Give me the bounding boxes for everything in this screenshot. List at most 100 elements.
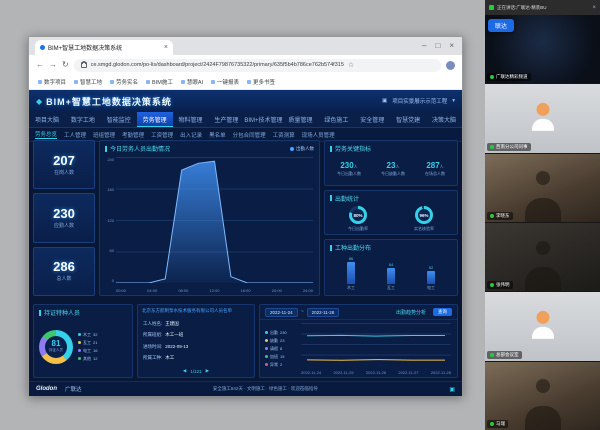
query-button[interactable]: 查询	[433, 308, 452, 316]
bookmark-item[interactable]: 智慧工地	[74, 78, 102, 86]
nav-tab[interactable]: 绿色施工	[318, 112, 354, 127]
trend-panel: 2022-11-24 ~ 2022-11-28 出勤趋势分析 查询 出	[259, 304, 458, 378]
nav-tab[interactable]: 智能监控	[101, 112, 137, 127]
gauge-label: 今日出勤率	[348, 226, 368, 232]
mic-icon	[490, 214, 494, 218]
bookmark-favicon-icon	[211, 80, 215, 84]
nav-tab[interactable]: 智慧党建	[390, 112, 426, 127]
key-metric: 287人 在场总人数	[425, 162, 445, 177]
profile-avatar[interactable]	[446, 61, 455, 70]
bookmark-item[interactable]: 更多书签	[247, 78, 275, 86]
center-column: 今日劳务人员出勤情况 出勤人数 240180120600	[99, 140, 320, 296]
bookmark-item[interactable]: 一键报表	[211, 78, 239, 86]
x-tick: 04:00	[147, 288, 157, 293]
key-metrics-title: 劳务关键指标	[325, 141, 457, 155]
bookmark-star-icon[interactable]: ☆	[348, 61, 354, 69]
meeting-sidebar: 正在讲话:广联达-精装BU × 联达 广联达精彩频道 西南	[485, 0, 600, 430]
bookmark-item[interactable]: 劳务实名	[110, 78, 138, 86]
nav-tab[interactable]: 劳务管理	[137, 112, 173, 127]
nav-tab[interactable]: 数字工地	[65, 112, 101, 127]
key-metric: 230人 今日出勤人数	[337, 162, 361, 177]
key-metric-value: 230人	[340, 162, 357, 170]
footer-ticker: 安全施工842天 · 文明施工 · 绿色施工 · 欢迎莅临指导	[90, 386, 442, 392]
x-tick: 16:00	[241, 288, 251, 293]
nav-tab[interactable]: 物料管理	[173, 112, 209, 127]
legend-dot-icon	[290, 147, 294, 151]
subnav-tab[interactable]: 劳务总览	[35, 130, 57, 139]
y-tick: 240	[102, 157, 114, 162]
bookmark-item[interactable]: 数字项目	[38, 78, 66, 86]
meeting-topbar: 正在讲话:广联达-精装BU ×	[485, 0, 600, 15]
participant-tile[interactable]: 李晓东	[485, 154, 600, 222]
subnav-tab[interactable]: 考勤管理	[122, 131, 144, 139]
nav-tab[interactable]: 生产管理	[208, 112, 244, 127]
prev-page-icon[interactable]: ◀	[183, 368, 186, 374]
dashboard-bottom-row: 持证特种人员 81 持证人员	[33, 304, 458, 378]
key-metric-label: 今日缺勤人数	[381, 171, 405, 177]
grid-icon[interactable]: ▣	[382, 98, 387, 104]
minimize-button[interactable]: –	[422, 42, 426, 50]
subnav-tab[interactable]: 出入记录	[180, 131, 202, 139]
gauge-label: 实名核验率	[414, 226, 434, 232]
attendance-chart-title: 今日劳务人员出勤情况 出勤人数	[100, 141, 319, 155]
gauge: 96% 实名核验率	[414, 206, 434, 232]
nav-tab[interactable]: 决策大脑	[426, 112, 462, 127]
dashboard-title: BIM+智慧工地数据决策系统	[46, 95, 172, 108]
key-metric-value: 23人	[387, 162, 400, 170]
trade-bar	[387, 268, 395, 284]
reload-icon[interactable]: ↻	[62, 61, 69, 69]
project-selector[interactable]: ▣ 项目实景展示示范工程 ▾	[382, 97, 455, 105]
attendance-area-plot	[116, 157, 313, 283]
collapse-sidebar-icon[interactable]: ×	[592, 5, 596, 11]
trend-legend: 出勤 230 缺勤 23	[260, 320, 297, 377]
next-page-icon[interactable]: ▶	[206, 368, 209, 374]
subnav-tab[interactable]: 黑名单	[209, 131, 226, 139]
worker-detail-row: 所属工种:木工	[143, 355, 249, 361]
subnav-tab[interactable]: 工资测算	[273, 131, 295, 139]
avatar	[530, 311, 556, 337]
participant-tile[interactable]: 总部会议室	[485, 292, 600, 360]
maximize-button[interactable]: □	[435, 42, 440, 50]
attendance-rate-panel: 出勤统计 80% 今日出勤率	[324, 190, 458, 236]
attendance-plot-wrap: 240180120600	[116, 157, 313, 293]
nav-tab[interactable]: BIM+技术管理	[244, 112, 282, 127]
trade-bar-group: 64瓦工	[387, 262, 395, 291]
trade-bars: 86木工64瓦工52电工	[325, 254, 457, 295]
active-speaker-badge: 联达	[488, 19, 514, 32]
footer-grid-icon: ▣	[449, 386, 455, 393]
page-indicator: 1/121	[190, 369, 201, 374]
nav-tab[interactable]: 质量管理	[283, 112, 319, 127]
avatar	[530, 103, 556, 129]
nav-tab[interactable]: 项目大脑	[29, 112, 65, 127]
participant-tile[interactable]: 张伟明	[485, 223, 600, 291]
donut-legend-row: 木工 32	[78, 332, 97, 338]
legend-dot-icon	[78, 341, 81, 344]
mic-icon	[490, 75, 494, 79]
participant-tile[interactable]: 西南分公司同事	[485, 84, 600, 152]
legend-dot-icon	[265, 331, 268, 334]
subnav-tab[interactable]: 现场人员管理	[302, 131, 335, 139]
x-tick: 08:00	[178, 288, 188, 293]
date-from-input[interactable]: 2022-11-24	[265, 308, 298, 317]
right-column: 劳务关键指标 230人 今日出勤人数 23人	[324, 140, 458, 296]
nav-tab[interactable]: 安全管理	[354, 112, 390, 127]
key-metric-label: 在场总人数	[425, 171, 445, 177]
participant-tile[interactable]: 马瑞	[485, 362, 600, 430]
address-bar[interactable]: ce.smgd.glodon.com/po-lis/dashboard/proj…	[74, 59, 441, 72]
x-tick: 2022-11-26	[366, 370, 386, 375]
subnav-tab[interactable]: 班组管理	[93, 131, 115, 139]
bookmark-item[interactable]: 慧眼AI	[181, 78, 203, 86]
subnav-tab[interactable]: 工资管理	[151, 131, 173, 139]
dashboard-nav: 项目大脑 数字工地 智能监控 劳务管理 物料管理 生产管理 BIM+技术管理 质…	[29, 112, 462, 128]
attendance-area-svg	[116, 157, 313, 283]
bookmark-item[interactable]: BIM施工	[146, 78, 173, 86]
x-tick: 2022-11-27	[398, 370, 418, 375]
forward-icon[interactable]: →	[49, 61, 57, 69]
date-to-input[interactable]: 2022-11-28	[307, 308, 340, 317]
browser-tab[interactable]: BIM+智慧工地数据决策系统 ×	[35, 40, 173, 55]
tab-close-icon[interactable]: ×	[164, 44, 168, 51]
subnav-tab[interactable]: 工人管理	[64, 131, 86, 139]
back-icon[interactable]: ←	[36, 61, 44, 69]
close-button[interactable]: ×	[449, 42, 454, 50]
subnav-tab[interactable]: 分包合同管理	[233, 131, 266, 139]
